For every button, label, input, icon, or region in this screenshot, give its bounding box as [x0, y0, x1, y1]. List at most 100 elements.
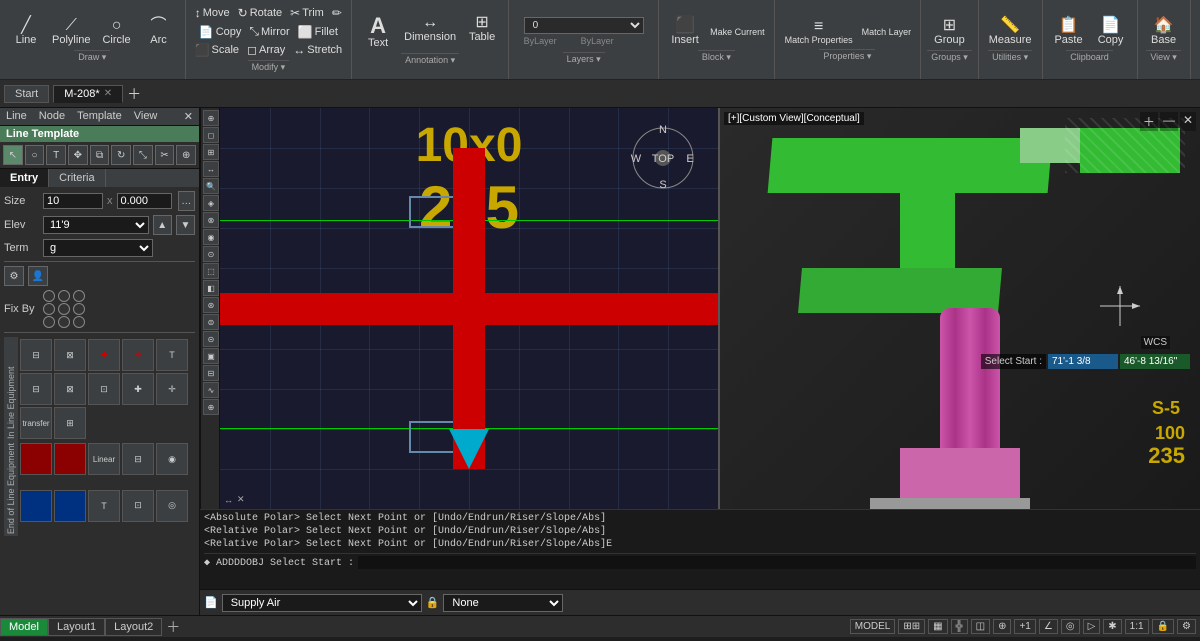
vp-tool-5[interactable]: 🔍 [203, 178, 219, 194]
status-lwt-btn[interactable]: ∠ [1039, 619, 1058, 634]
equip-end-7[interactable] [54, 490, 86, 522]
properties-group-label[interactable]: Properties ▾ [819, 49, 875, 63]
supply-air-select[interactable]: Supply Air [222, 594, 422, 612]
equip-inline-12[interactable]: ⊞ [54, 407, 86, 439]
vp-tool-15[interactable]: ▣ [203, 348, 219, 364]
bottom-tab-layout2[interactable]: Layout2 [105, 618, 162, 636]
equip-end-3[interactable]: Linear [88, 443, 120, 475]
vp-tool-17[interactable]: ∿ [203, 382, 219, 398]
lp-text-btn[interactable]: T [46, 145, 66, 165]
lp-tab-criteria[interactable]: Criteria [49, 169, 105, 187]
none-select[interactable]: None [443, 594, 563, 612]
vp-tool-2[interactable]: ◻ [203, 127, 219, 143]
equip-end-5[interactable]: ◉ [156, 443, 188, 475]
insert-tool[interactable]: ⬛ Insert [665, 16, 705, 48]
equip-inline-11[interactable]: transfer [20, 407, 52, 439]
term-select[interactable]: g [43, 239, 153, 257]
vp-tool-8[interactable]: ◉ [203, 229, 219, 245]
ss-input1[interactable] [1048, 354, 1118, 369]
groups-group-label[interactable]: Groups ▾ [927, 50, 972, 64]
bottom-tab-model[interactable]: Model [0, 618, 48, 636]
elev-up-btn[interactable]: ▲ [153, 215, 172, 235]
equip-end-1[interactable] [20, 443, 52, 475]
circle-tool[interactable]: ○ Circle [97, 16, 137, 48]
status-snap-btn[interactable]: ▦ [928, 619, 947, 634]
scale-tool[interactable]: ⬛Scale [192, 42, 242, 58]
ss-input2[interactable] [1120, 354, 1190, 369]
vp3d-icon-minus[interactable]: — [1160, 112, 1178, 131]
equip-end-8[interactable]: T [88, 490, 120, 522]
elev-down-btn[interactable]: ▼ [176, 215, 195, 235]
status-lock-btn[interactable]: 🔒 [1152, 619, 1174, 634]
equip-end-6[interactable] [20, 490, 52, 522]
vp-tool-10[interactable]: ⬚ [203, 263, 219, 279]
polyline-tool[interactable]: ⟋ Polyline [48, 16, 95, 48]
add-layout-btn[interactable]: ＋ [162, 617, 184, 637]
vp-tool-6[interactable]: ◈ [203, 195, 219, 211]
size-input[interactable] [43, 193, 103, 209]
status-polar-btn[interactable]: ◫ [971, 619, 990, 634]
lp-extra1-btn[interactable]: ⊕ [176, 145, 196, 165]
trim-tool[interactable]: ✂Trim [287, 5, 327, 21]
vp-tool-18[interactable]: ⊕ [203, 399, 219, 415]
status-model-label[interactable]: MODEL [850, 619, 896, 634]
base-tool[interactable]: 🏠 Base [1144, 16, 1184, 48]
equip-inline-10[interactable]: ✛ [156, 373, 188, 405]
settings-icon-1[interactable]: ⚙ [4, 266, 24, 286]
block-group-label[interactable]: Block ▾ [698, 50, 735, 64]
draw-group-label[interactable]: Draw ▾ [74, 50, 110, 64]
table-tool[interactable]: ⊞ Table [462, 13, 502, 51]
new-tab-button[interactable]: ＋ [127, 84, 141, 104]
tab-m208[interactable]: M-208* ✕ [53, 85, 123, 103]
mirror-tool[interactable]: ⤡Mirror [246, 23, 292, 40]
lp-menu-line[interactable]: Line [0, 108, 33, 125]
vp-tool-7[interactable]: ⊗ [203, 212, 219, 228]
fix-dot-1[interactable] [43, 290, 55, 302]
lp-pointer-btn[interactable]: ↖ [3, 145, 23, 165]
status-settings-btn[interactable]: ⚙ [1177, 619, 1196, 634]
pen-tool[interactable]: ✏ [329, 5, 345, 21]
vp-tool-11[interactable]: ◧ [203, 280, 219, 296]
rotate-tool[interactable]: ↻Rotate [235, 5, 285, 21]
lp-close-btn[interactable]: ✕ [178, 108, 199, 125]
vp-tool-14[interactable]: ⊝ [203, 331, 219, 347]
bottom-tab-layout1[interactable]: Layout1 [48, 618, 105, 636]
equip-inline-3[interactable]: ✚ [88, 339, 120, 371]
equip-inline-8[interactable]: ⊡ [88, 373, 120, 405]
equip-inline-7[interactable]: ⊠ [54, 373, 86, 405]
move-tool[interactable]: ↕Move [192, 5, 233, 21]
equip-inline-4[interactable]: ✛ [122, 339, 154, 371]
elev-select[interactable]: 11'9 [43, 216, 149, 234]
lp-tab-entry[interactable]: Entry [0, 169, 49, 187]
settings-icon-2[interactable]: 👤 [28, 266, 48, 286]
lp-circle-btn[interactable]: ○ [25, 145, 45, 165]
status-play-btn[interactable]: ▷ [1083, 619, 1101, 634]
status-tmodel-btn[interactable]: ◎ [1061, 619, 1080, 634]
fillet-tool[interactable]: ⬜Fillet [295, 23, 341, 40]
status-otrack-btn[interactable]: +1 [1014, 619, 1035, 634]
vp-tool-9[interactable]: ⊙ [203, 246, 219, 262]
fix-dot-3[interactable] [73, 290, 85, 302]
console-input[interactable] [358, 556, 1196, 569]
equip-end-9[interactable]: ⊡ [122, 490, 154, 522]
line-tool[interactable]: ╱ Line [6, 16, 46, 48]
view-group-label[interactable]: View ▾ [1146, 50, 1180, 64]
paste-btn[interactable]: 📋 Paste [1049, 16, 1089, 48]
match-layer-btn[interactable]: Match Layer [859, 17, 915, 47]
fix-dot-9[interactable] [73, 316, 85, 328]
fix-dot-2[interactable] [58, 290, 70, 302]
size-browse-btn[interactable]: … [178, 191, 196, 211]
equip-inline-6[interactable]: ⊟ [20, 373, 52, 405]
vp-tool-12[interactable]: ⊛ [203, 297, 219, 313]
equip-inline-2[interactable]: ⊠ [54, 339, 86, 371]
utilities-group-label[interactable]: Utilities ▾ [988, 50, 1032, 64]
vp-tool-3[interactable]: ⊞ [203, 144, 219, 160]
lp-menu-node[interactable]: Node [33, 108, 71, 125]
lp-scale-btn[interactable]: ⤡ [133, 145, 153, 165]
status-ortho-btn[interactable]: ╬ [951, 619, 968, 634]
vp-tool-13[interactable]: ⊜ [203, 314, 219, 330]
viewport-2d[interactable]: 10x0 235 N S E W TOP [220, 108, 720, 509]
status-scale-btn[interactable]: 1:1 [1125, 619, 1149, 634]
status-grid-btn[interactable]: ⊞⊞ [898, 619, 925, 634]
size-x-input[interactable] [117, 193, 172, 209]
